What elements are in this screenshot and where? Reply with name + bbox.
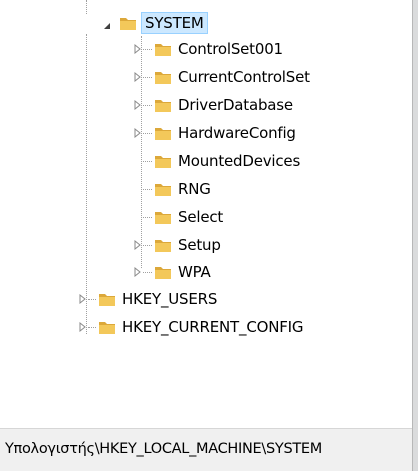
tree-item-label: RNG (178, 180, 211, 198)
folder-icon (154, 181, 172, 197)
tree-item-hkey-current-config[interactable]: HKEY_CURRENT_CONFIG (98, 314, 303, 340)
expand-arrow-icon[interactable] (134, 128, 142, 138)
folder-icon (154, 153, 172, 169)
tree-connector (143, 77, 152, 79)
tree-item-currentcontrolset[interactable]: CurrentControlSet (154, 64, 310, 90)
tree-connector (141, 161, 152, 163)
tree-connector (143, 272, 152, 274)
tree-item-hardwareconfig[interactable]: HardwareConfig (154, 120, 296, 146)
expand-arrow-icon[interactable] (134, 44, 142, 54)
folder-icon (154, 97, 172, 113)
tree-item-label: ControlSet001 (178, 40, 283, 58)
collapse-arrow-icon[interactable] (103, 21, 111, 31)
tree-item-select[interactable]: Select (154, 204, 223, 230)
registry-tree[interactable]: SYSTEM ControlSet001 CurrentControlSet D… (0, 0, 418, 428)
tree-connector (141, 217, 152, 219)
folder-icon (154, 264, 172, 280)
folder-icon (98, 319, 116, 335)
tree-item-hkey-users[interactable]: HKEY_USERS (98, 286, 217, 312)
tree-item-controlset001[interactable]: ControlSet001 (154, 36, 283, 62)
tree-item-label: WPA (178, 263, 211, 281)
expand-arrow-icon[interactable] (134, 100, 142, 110)
tree-item-rng[interactable]: RNG (154, 176, 211, 202)
expand-arrow-icon[interactable] (79, 322, 87, 332)
tree-item-wpa[interactable]: WPA (154, 259, 211, 285)
folder-icon (154, 69, 172, 85)
tree-item-label: HardwareConfig (178, 124, 296, 142)
expand-arrow-icon[interactable] (79, 294, 87, 304)
status-bar: Υπολογιστής\HKEY_LOCAL_MACHINE\SYSTEM (0, 428, 418, 471)
tree-item-driverdatabase[interactable]: DriverDatabase (154, 92, 293, 118)
expand-arrow-icon[interactable] (134, 72, 142, 82)
tree-connector (143, 245, 152, 247)
folder-icon (98, 291, 116, 307)
tree-connector (141, 189, 152, 191)
tree-item-label: HKEY_CURRENT_CONFIG (122, 318, 304, 336)
folder-icon (154, 125, 172, 141)
tree-item-label: HKEY_USERS (122, 290, 218, 308)
tree-connector (143, 49, 152, 51)
tree-connector (86, 0, 88, 14)
tree-connector (88, 299, 96, 301)
tree-connector (88, 327, 96, 329)
tree-item-setup[interactable]: Setup (154, 232, 221, 258)
folder-icon (154, 237, 172, 253)
expand-arrow-icon[interactable] (134, 240, 142, 250)
tree-item-label: Setup (178, 236, 221, 254)
tree-item-label: SYSTEM (141, 12, 208, 34)
tree-item-label: Select (178, 208, 224, 226)
window-edge (412, 0, 418, 471)
tree-connector (86, 34, 88, 334)
tree-connector (141, 36, 143, 268)
tree-connector (143, 105, 152, 107)
folder-icon (154, 209, 172, 225)
expand-arrow-icon[interactable] (134, 267, 142, 277)
folder-icon (154, 41, 172, 57)
tree-item-system[interactable]: SYSTEM (119, 10, 208, 36)
tree-item-label: DriverDatabase (178, 96, 293, 114)
status-path: Υπολογιστής\HKEY_LOCAL_MACHINE\SYSTEM (5, 441, 322, 457)
tree-item-mounteddevices[interactable]: MountedDevices (154, 148, 300, 174)
tree-item-label: MountedDevices (178, 152, 301, 170)
tree-item-label: CurrentControlSet (178, 68, 310, 86)
tree-connector (143, 133, 152, 135)
folder-icon (119, 15, 137, 31)
